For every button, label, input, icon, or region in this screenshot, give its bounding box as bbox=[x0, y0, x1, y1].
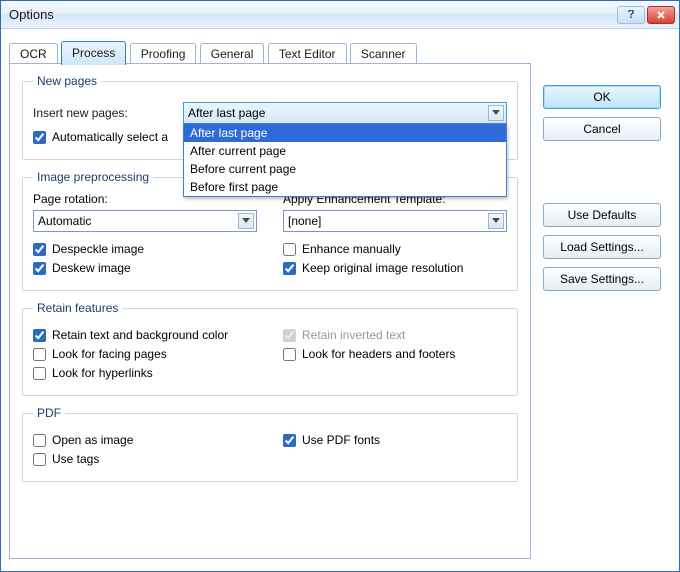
legend-image-pre: Image preprocessing bbox=[33, 170, 153, 184]
client-area: OCR Process Proofing General Text Editor… bbox=[1, 29, 679, 571]
facing-pages-checkbox[interactable]: Look for facing pages bbox=[33, 347, 257, 361]
despeckle-label: Despeckle image bbox=[52, 242, 144, 256]
facing-pages-label: Look for facing pages bbox=[52, 347, 167, 361]
inverted-text-label: Retain inverted text bbox=[302, 328, 405, 342]
help-button[interactable]: ? bbox=[617, 6, 645, 24]
enhancement-template-combo[interactable]: [none] bbox=[283, 210, 507, 232]
enhance-manually-checkbox[interactable]: Enhance manually bbox=[283, 242, 507, 256]
deskew-label: Deskew image bbox=[52, 261, 131, 275]
legend-new-pages: New pages bbox=[33, 74, 101, 88]
group-new-pages: New pages Insert new pages: After last p… bbox=[22, 74, 518, 160]
options-window: Options ? OCR Process Proofing General T… bbox=[0, 0, 680, 572]
deskew-input[interactable] bbox=[33, 262, 46, 275]
tab-text-editor[interactable]: Text Editor bbox=[268, 43, 347, 65]
legend-pdf: PDF bbox=[33, 406, 65, 420]
titlebar: Options ? bbox=[1, 1, 679, 29]
insert-option-1[interactable]: After current page bbox=[184, 142, 506, 160]
use-defaults-button[interactable]: Use Defaults bbox=[543, 203, 661, 227]
hyperlinks-input[interactable] bbox=[33, 367, 46, 380]
hyperlinks-checkbox[interactable]: Look for hyperlinks bbox=[33, 366, 257, 380]
ok-button[interactable]: OK bbox=[543, 85, 661, 109]
keep-resolution-label: Keep original image resolution bbox=[302, 261, 463, 275]
save-settings-button[interactable]: Save Settings... bbox=[543, 267, 661, 291]
tab-process[interactable]: Process bbox=[61, 41, 126, 65]
group-retain-features: Retain features Retain text and backgrou… bbox=[22, 301, 518, 396]
window-title: Options bbox=[9, 7, 617, 22]
headers-footers-checkbox[interactable]: Look for headers and footers bbox=[283, 347, 507, 361]
cancel-button[interactable]: Cancel bbox=[543, 117, 661, 141]
auto-select-input[interactable] bbox=[33, 131, 46, 144]
load-settings-button[interactable]: Load Settings... bbox=[543, 235, 661, 259]
use-pdf-fonts-label: Use PDF fonts bbox=[302, 433, 380, 447]
use-tags-checkbox[interactable]: Use tags bbox=[33, 452, 257, 466]
enhance-manually-input[interactable] bbox=[283, 243, 296, 256]
open-as-image-label: Open as image bbox=[52, 433, 133, 447]
deskew-checkbox[interactable]: Deskew image bbox=[33, 261, 257, 275]
close-button[interactable] bbox=[647, 6, 675, 24]
despeckle-input[interactable] bbox=[33, 243, 46, 256]
page-rotation-combo[interactable]: Automatic bbox=[33, 210, 257, 232]
inverted-text-checkbox: Retain inverted text bbox=[283, 328, 507, 342]
insert-new-pages-dropdown[interactable]: After last page After current page Befor… bbox=[183, 123, 507, 197]
tab-general[interactable]: General bbox=[200, 43, 265, 65]
insert-option-3[interactable]: Before first page bbox=[184, 178, 506, 196]
page-rotation-value: Automatic bbox=[38, 214, 91, 228]
inverted-text-input bbox=[283, 329, 296, 342]
tab-scanner[interactable]: Scanner bbox=[350, 43, 417, 65]
use-pdf-fonts-checkbox[interactable]: Use PDF fonts bbox=[283, 433, 507, 447]
insert-option-2[interactable]: Before current page bbox=[184, 160, 506, 178]
retain-color-label: Retain text and background color bbox=[52, 328, 228, 342]
tab-pane-process: New pages Insert new pages: After last p… bbox=[9, 63, 531, 559]
open-as-image-checkbox[interactable]: Open as image bbox=[33, 433, 257, 447]
enhance-manually-label: Enhance manually bbox=[302, 242, 401, 256]
headers-footers-label: Look for headers and footers bbox=[302, 347, 455, 361]
use-tags-label: Use tags bbox=[52, 452, 99, 466]
insert-new-pages-combo[interactable]: After last page After last page After cu… bbox=[183, 102, 507, 124]
chevron-down-icon[interactable] bbox=[488, 213, 504, 229]
hyperlinks-label: Look for hyperlinks bbox=[52, 366, 153, 380]
despeckle-checkbox[interactable]: Despeckle image bbox=[33, 242, 257, 256]
group-pdf: PDF Open as image Use tags bbox=[22, 406, 518, 482]
use-tags-input[interactable] bbox=[33, 453, 46, 466]
facing-pages-input[interactable] bbox=[33, 348, 46, 361]
insert-new-pages-label: Insert new pages: bbox=[33, 106, 183, 120]
keep-resolution-checkbox[interactable]: Keep original image resolution bbox=[283, 261, 507, 275]
chevron-down-icon[interactable] bbox=[238, 213, 254, 229]
tab-proofing[interactable]: Proofing bbox=[130, 43, 197, 65]
legend-retain: Retain features bbox=[33, 301, 122, 315]
keep-resolution-input[interactable] bbox=[283, 262, 296, 275]
use-pdf-fonts-input[interactable] bbox=[283, 434, 296, 447]
window-buttons: ? bbox=[617, 6, 675, 24]
auto-select-label: Automatically select a bbox=[52, 130, 168, 144]
open-as-image-input[interactable] bbox=[33, 434, 46, 447]
retain-color-input[interactable] bbox=[33, 329, 46, 342]
insert-option-0[interactable]: After last page bbox=[184, 124, 506, 142]
insert-new-pages-value: After last page bbox=[188, 106, 265, 120]
retain-color-checkbox[interactable]: Retain text and background color bbox=[33, 328, 257, 342]
tab-strip: OCR Process Proofing General Text Editor… bbox=[9, 41, 671, 63]
side-buttons: OK Cancel Use Defaults Load Settings... … bbox=[543, 85, 661, 291]
chevron-down-icon[interactable] bbox=[488, 105, 504, 121]
enhancement-template-value: [none] bbox=[288, 214, 321, 228]
headers-footers-input[interactable] bbox=[283, 348, 296, 361]
svg-text:?: ? bbox=[627, 10, 634, 20]
tab-ocr[interactable]: OCR bbox=[9, 43, 58, 65]
